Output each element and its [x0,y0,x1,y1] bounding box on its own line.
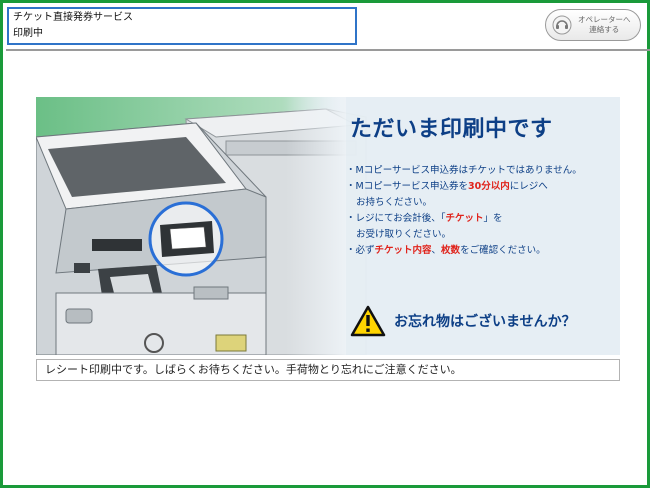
warning-text: お忘れ物はございませんか？ [394,314,576,330]
instruction-item: ・必ずチケット内容、枚数をご確認ください。 [346,243,616,259]
contact-operator-button[interactable]: オペレーターへ 連絡する [545,9,641,41]
instruction-text: 」を [483,213,503,224]
instruction-text: にレジへ [509,181,548,192]
operator-headset-icon [552,15,572,35]
warning-triangle-icon [350,305,386,337]
printing-title: ただいま印刷中です [350,117,553,142]
print-status: 印刷中 [13,28,43,39]
header-divider [6,49,650,51]
service-name: チケット直接発券サービス [13,12,133,23]
operator-button-line2: 連絡する [589,25,620,34]
instruction-panel: ただいま印刷中です ・Mコピーサービス申込券はチケットではありません。 ・Mコピ… [336,97,620,355]
printing-banner: ただいま印刷中です ・Mコピーサービス申込券はチケットではありません。 ・Mコピ… [36,97,620,355]
instruction-emphasis: チケット [445,213,484,224]
instruction-item-continued: お受け取りください。 [356,229,452,240]
status-message-bar: レシート印刷中です。しばらくお待ちください。手荷物とり忘れにご注意ください。 [36,359,620,381]
operator-button-line1: オペレーターへ [578,15,631,24]
instruction-emphasis: 30分以内 [468,181,510,192]
instruction-text: ・レジにてお会計後、「 [346,213,446,224]
instruction-emphasis: 枚数 [441,245,461,256]
instruction-text: をご確認ください。 [460,245,546,256]
app-frame: チケット直接発券サービス 印刷中 オペレーターへ 連絡する ただいま印刷中です … [0,0,650,488]
instruction-item: ・Mコピーサービス申込券を30分以内にレジへ [346,179,616,195]
instruction-item: ・レジにてお会計後、「チケット」を [346,211,616,227]
instruction-text: ・必ず [346,245,375,256]
instruction-list: ・Mコピーサービス申込券はチケットではありません。 ・Mコピーサービス申込券を3… [346,163,616,259]
instruction-item-continued: お持ちください。 [356,197,433,208]
forgotten-items-warning: お忘れ物はございませんか？ [350,305,576,337]
instruction-text: ・Mコピーサービス申込券を [346,181,469,192]
instruction-emphasis: チケット内容 [374,245,432,256]
instruction-item: ・Mコピーサービス申込券はチケットではありません。 [346,165,582,176]
service-header: チケット直接発券サービス 印刷中 [7,7,357,45]
instruction-text: 、 [431,245,442,256]
